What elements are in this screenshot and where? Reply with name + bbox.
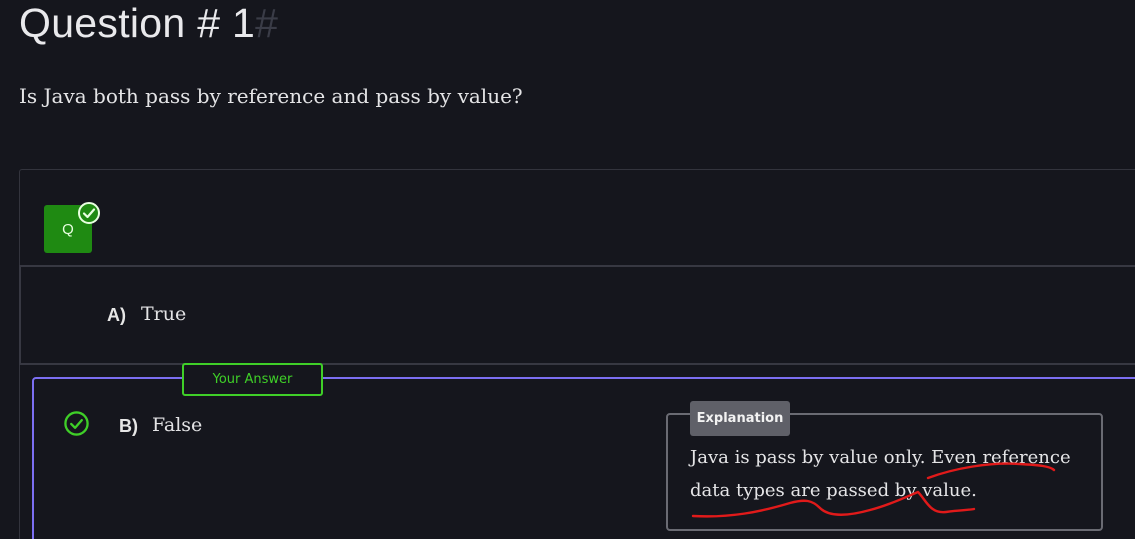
question-title: Question # 1# xyxy=(19,0,278,48)
heading-anchor-link[interactable]: # xyxy=(255,0,278,46)
question-badge: Q xyxy=(44,202,100,253)
question-title-text: Question # 1 xyxy=(19,0,256,46)
check-circle-icon xyxy=(78,202,100,224)
question-text: Is Java both pass by reference and pass … xyxy=(19,84,523,108)
your-answer-tag: Your Answer xyxy=(182,363,323,396)
explanation-tag: Explanation xyxy=(690,401,790,436)
option-b-letter: B) xyxy=(119,416,138,436)
check-circle-icon xyxy=(64,411,89,436)
explanation-text: Java is pass by value only. Even referen… xyxy=(690,447,1071,501)
question-badge-label: Q xyxy=(62,220,74,238)
option-a-letter: A) xyxy=(107,305,126,325)
option-a-text: True xyxy=(141,303,187,325)
option-b-text: False xyxy=(152,414,203,436)
option-a[interactable]: A) True xyxy=(19,265,1135,365)
